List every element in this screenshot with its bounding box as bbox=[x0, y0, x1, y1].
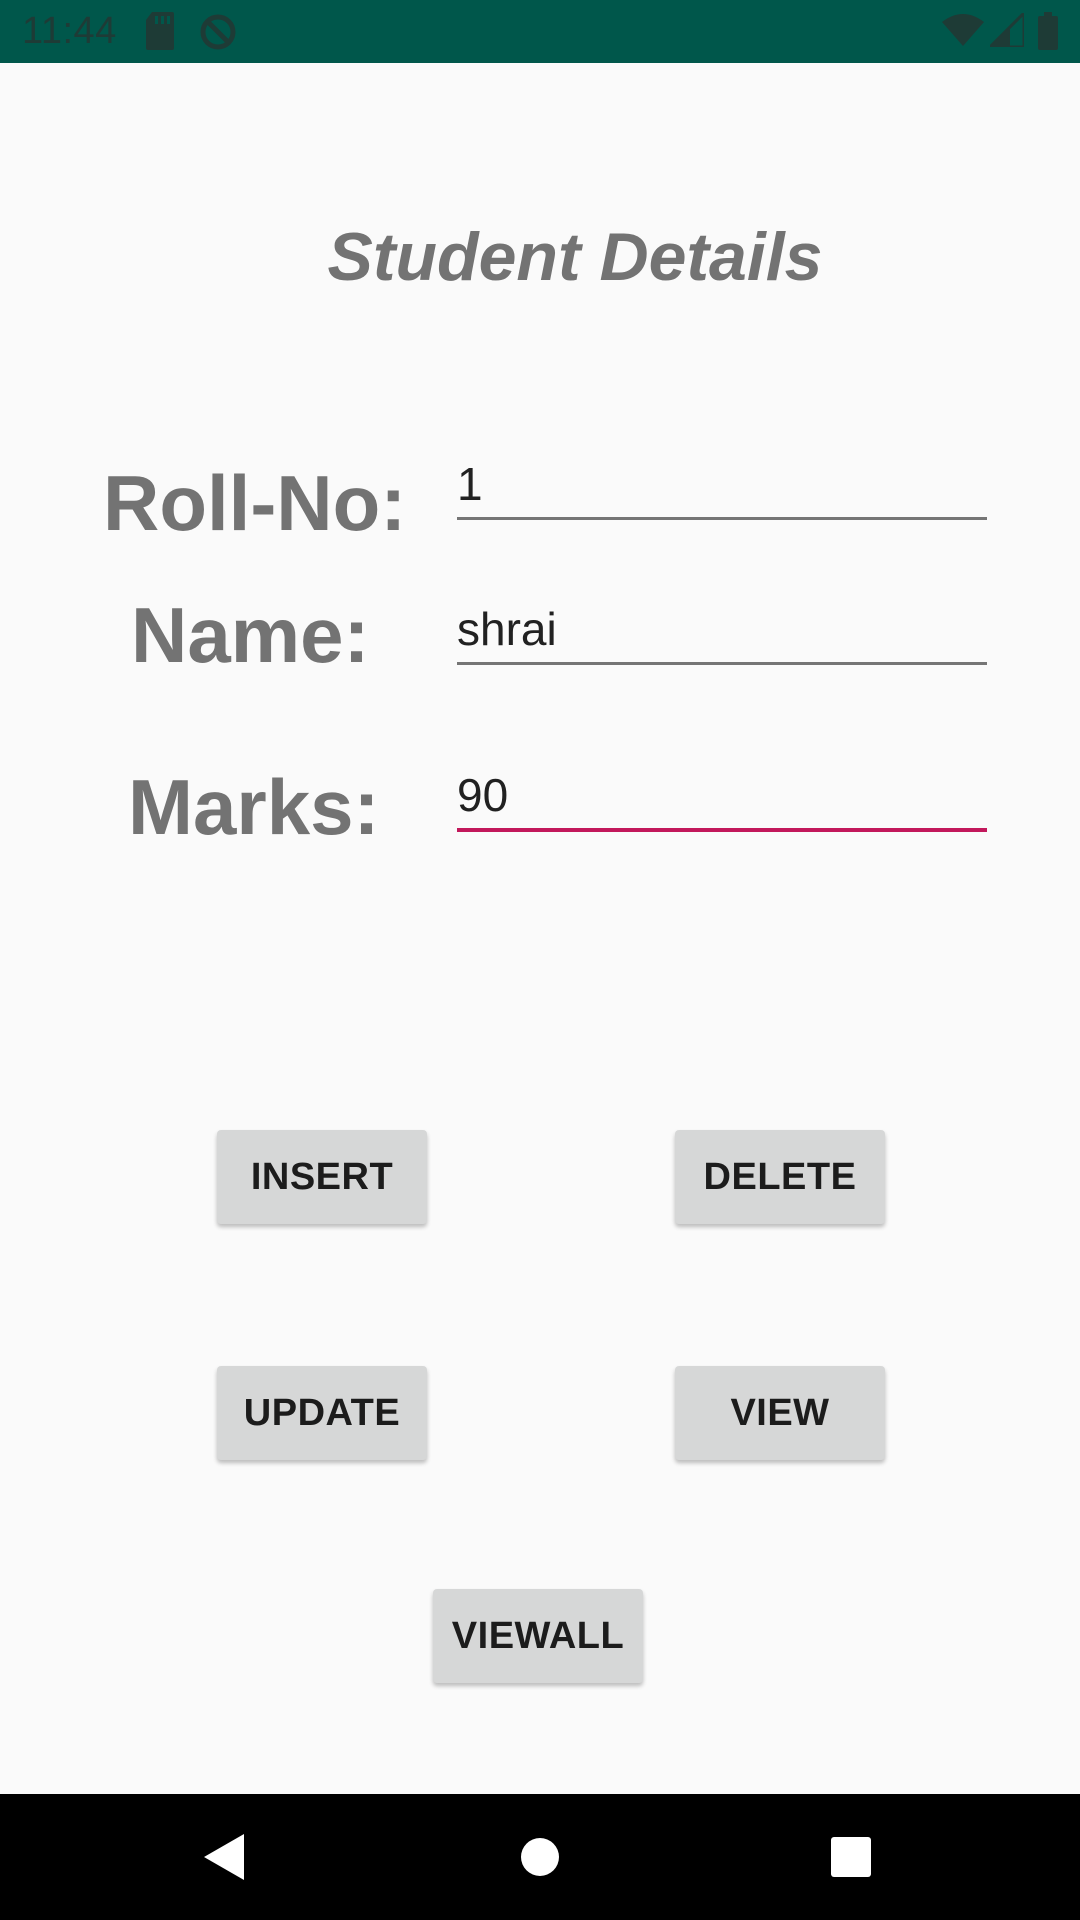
app-screen: 11:44 Student Details Roll-No: Name: Mar… bbox=[0, 0, 1080, 1920]
signal-icon bbox=[986, 9, 1026, 52]
sync-disabled-icon bbox=[198, 12, 238, 57]
navigation-bar bbox=[0, 1794, 1080, 1920]
rollno-label: Roll-No: bbox=[103, 459, 407, 547]
recents-icon[interactable] bbox=[816, 1822, 886, 1892]
sd-card-icon bbox=[146, 12, 174, 55]
rollno-input[interactable] bbox=[457, 450, 987, 520]
home-icon[interactable] bbox=[505, 1822, 575, 1892]
battery-icon bbox=[1038, 12, 1058, 55]
marks-label: Marks: bbox=[128, 763, 380, 851]
wifi-icon bbox=[942, 14, 984, 51]
status-bar: 11:44 bbox=[0, 0, 1080, 63]
delete-button[interactable]: DELETE bbox=[675, 1130, 885, 1224]
name-input[interactable] bbox=[457, 595, 987, 665]
viewall-button[interactable]: VIEWALL bbox=[433, 1589, 643, 1683]
page-title: Student Details bbox=[327, 219, 823, 295]
status-time: 11:44 bbox=[22, 10, 117, 52]
view-button[interactable]: VIEW bbox=[675, 1366, 885, 1460]
update-button[interactable]: UPDATE bbox=[217, 1366, 427, 1460]
name-label: Name: bbox=[131, 591, 370, 679]
back-icon[interactable] bbox=[190, 1822, 260, 1892]
marks-input[interactable] bbox=[457, 762, 987, 832]
insert-button[interactable]: INSERT bbox=[217, 1130, 427, 1224]
